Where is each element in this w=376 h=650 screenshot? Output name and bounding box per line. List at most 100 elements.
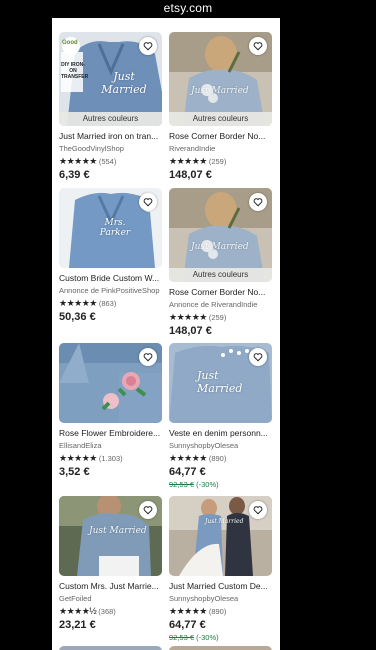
- price: 148,07 €: [169, 325, 212, 337]
- variant-label: Autres couleurs: [169, 112, 272, 126]
- review-count: (863): [98, 299, 117, 308]
- review-count: (368): [98, 607, 116, 616]
- product-card[interactable]: Just Married Autres couleurs Rose Corner…: [169, 32, 272, 181]
- product-card[interactable]: Just Married Custom Mrs. Just Marrie... …: [59, 496, 162, 631]
- heart-icon: [143, 506, 153, 515]
- product-title[interactable]: Rose Flower Embroidere...: [59, 428, 162, 438]
- product-image[interactable]: Just Married: [59, 496, 162, 576]
- product-title[interactable]: Veste en denim personn...: [169, 428, 272, 438]
- strikethrough-price: 92,53 €: [169, 480, 195, 489]
- shop-name: SunnyshopbyOlesea: [169, 441, 239, 450]
- original-price: 92,53 € (-30%): [169, 480, 272, 489]
- product-title[interactable]: Rose Corner Border No...: [169, 287, 272, 297]
- star-rating-icon: ★★★★½: [59, 606, 97, 616]
- shop-name: GetFoiled: [59, 594, 92, 603]
- heart-icon: [253, 198, 263, 207]
- diy-badge: DIY IRON-ON TRANSFER: [61, 62, 89, 80]
- price: 64,77 €: [169, 619, 206, 631]
- favorite-button[interactable]: [139, 193, 157, 211]
- product-card[interactable]: Just Married Veste en denim personn... S…: [169, 343, 272, 489]
- star-rating-icon: ★★★★★: [169, 606, 207, 616]
- favorite-button[interactable]: [249, 37, 267, 55]
- price: 50,36 €: [59, 311, 96, 323]
- product-image[interactable]: Just Married: [169, 496, 272, 576]
- product-image-next-row[interactable]: [169, 646, 272, 650]
- rating: ★★★★★ (259): [169, 312, 272, 323]
- review-count: (259): [208, 157, 227, 166]
- rating: ★★★★½ (368): [59, 606, 162, 617]
- shop-name: RiverandIndie: [169, 144, 216, 153]
- heart-icon: [143, 42, 153, 51]
- price: 3,52 €: [59, 466, 90, 478]
- review-count: (890): [208, 454, 227, 463]
- photo-overlay-text: Just Married: [191, 242, 249, 252]
- product-card[interactable]: Rose Flower Embroidere... EllisandEliza …: [59, 343, 162, 478]
- review-count: (1.303): [98, 454, 123, 463]
- star-rating-icon: ★★★★★: [169, 312, 207, 322]
- product-card[interactable]: Just Married Good DIY IRON-ON TRANSFER A…: [59, 32, 162, 181]
- price: 64,77 €: [169, 466, 206, 478]
- product-image[interactable]: Just Married: [169, 343, 272, 423]
- shop-name: TheGoodVinylShop: [59, 144, 124, 153]
- product-image[interactable]: Mrs. Parker: [59, 188, 162, 268]
- price: 6,39 €: [59, 169, 90, 181]
- favorite-button[interactable]: [249, 193, 267, 211]
- photo-overlay-text: Just Married: [191, 86, 249, 96]
- favorite-button[interactable]: [249, 348, 267, 366]
- heart-icon: [143, 353, 153, 362]
- product-title[interactable]: Custom Bride Custom W...: [59, 273, 162, 283]
- favorite-button[interactable]: [139, 501, 157, 519]
- product-image[interactable]: Just Married Autres couleurs: [169, 188, 272, 282]
- shop-name: EllisandEliza: [59, 441, 102, 450]
- review-count: (554): [98, 157, 117, 166]
- browser-url-bar[interactable]: etsy.com: [0, 0, 376, 18]
- review-count: (259): [208, 313, 227, 322]
- price: 148,07 €: [169, 169, 212, 181]
- photo-overlay-text: Mrs. Parker: [99, 218, 131, 238]
- product-title[interactable]: Just Married iron on tran...: [59, 131, 162, 141]
- variant-label: Autres couleurs: [59, 112, 162, 126]
- photo-overlay-text: Just Married: [101, 70, 147, 96]
- domain-text: etsy.com: [163, 1, 213, 15]
- product-title[interactable]: Custom Mrs. Just Marrie...: [59, 581, 162, 591]
- review-count: (890): [208, 607, 227, 616]
- star-rating-icon: ★★★★★: [59, 298, 97, 308]
- product-card[interactable]: Just Married Just Married Custom De... S…: [169, 496, 272, 642]
- shop-logo: Good: [62, 40, 78, 46]
- star-rating-icon: ★★★★★: [59, 156, 97, 166]
- product-image-next-row[interactable]: [59, 646, 162, 650]
- original-price: 92,53 € (-30%): [169, 633, 272, 642]
- photo-overlay-text: Just Married: [89, 526, 147, 536]
- product-title[interactable]: Just Married Custom De...: [169, 581, 272, 591]
- heart-icon: [143, 198, 153, 207]
- strikethrough-price: 92,53 €: [169, 633, 195, 642]
- favorite-button[interactable]: [139, 348, 157, 366]
- product-card[interactable]: Mrs. Parker Custom Bride Custom W... Ann…: [59, 188, 162, 323]
- heart-icon: [253, 353, 263, 362]
- favorite-button[interactable]: [139, 37, 157, 55]
- shop-name: Annonce de PinkPositiveShop: [59, 286, 160, 295]
- star-rating-icon: ★★★★★: [169, 156, 207, 166]
- product-card[interactable]: Just Married Autres couleurs Rose Corner…: [169, 188, 272, 337]
- star-rating-icon: ★★★★★: [59, 453, 97, 463]
- discount-percent: (-30%): [196, 480, 219, 489]
- rating: ★★★★★ (863): [59, 298, 162, 309]
- product-image[interactable]: Just Married Autres couleurs: [169, 32, 272, 126]
- product-image[interactable]: [59, 343, 162, 423]
- product-image[interactable]: Just Married Good DIY IRON-ON TRANSFER A…: [59, 32, 162, 126]
- rating: ★★★★★ (890): [169, 606, 272, 617]
- rating: ★★★★★ (259): [169, 156, 272, 167]
- photo-overlay-text: Just Married: [205, 518, 244, 525]
- rating: ★★★★★ (554): [59, 156, 162, 167]
- heart-icon: [253, 42, 263, 51]
- shop-name: Annonce de RiverandIndie: [169, 300, 258, 309]
- shop-name: SunnyshopbyOlesea: [169, 594, 239, 603]
- variant-label: Autres couleurs: [169, 268, 272, 282]
- discount-percent: (-30%): [196, 633, 219, 642]
- photo-overlay-text: Just Married: [197, 369, 243, 395]
- favorite-button[interactable]: [249, 501, 267, 519]
- rating: ★★★★★ (890): [169, 453, 272, 464]
- product-title[interactable]: Rose Corner Border No...: [169, 131, 272, 141]
- rating: ★★★★★ (1.303): [59, 453, 162, 464]
- star-rating-icon: ★★★★★: [169, 453, 207, 463]
